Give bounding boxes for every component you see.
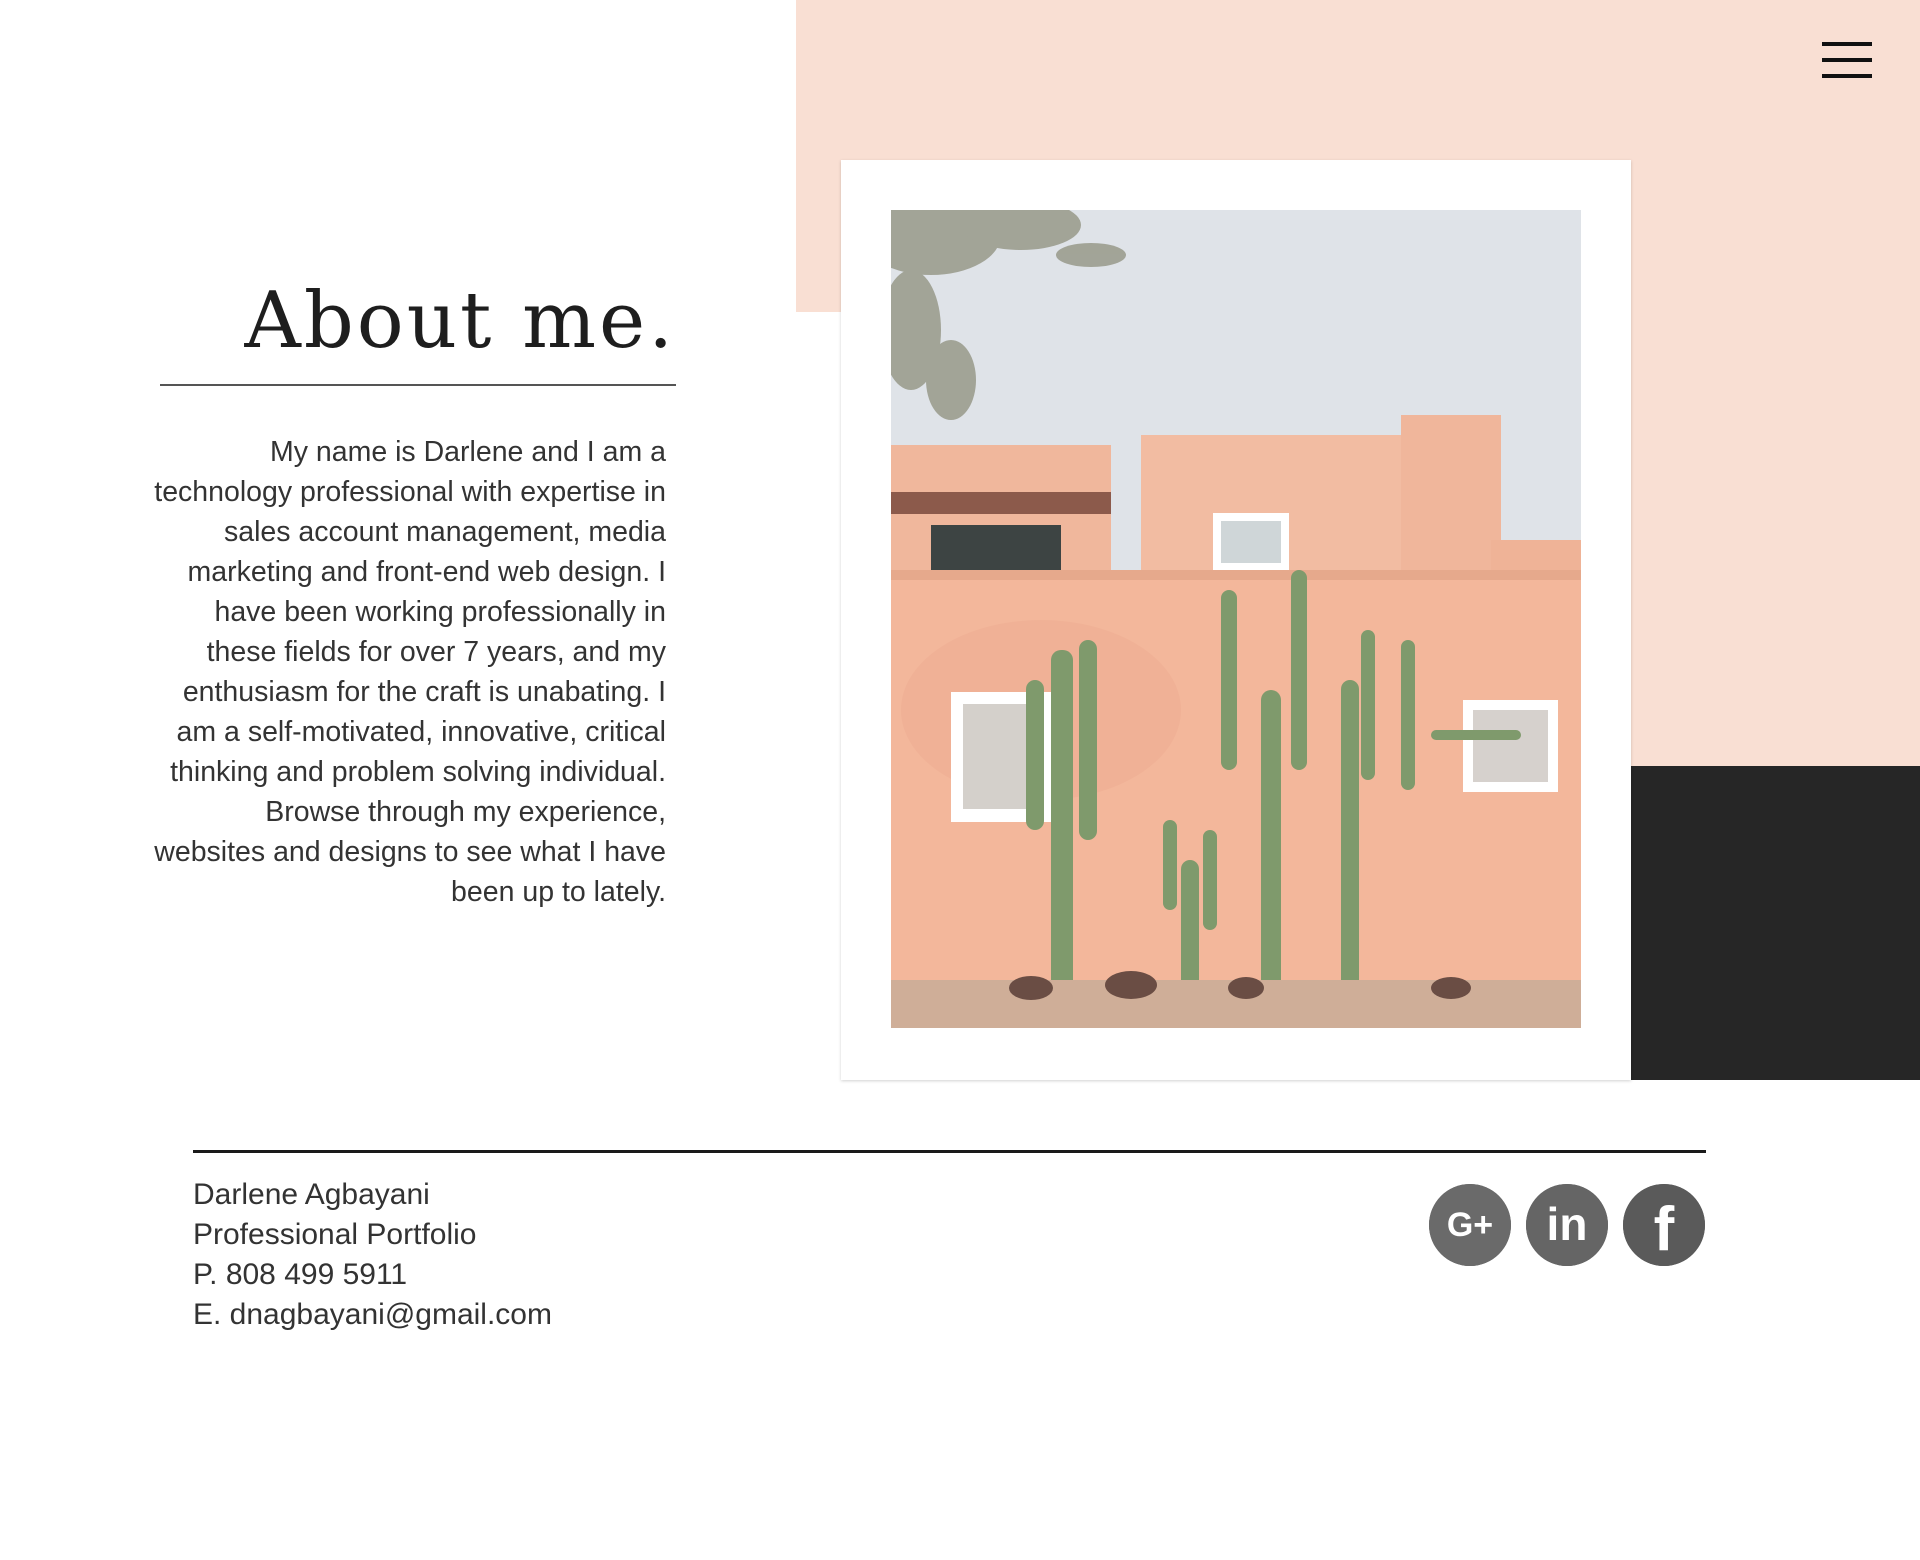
page-title: About me.	[244, 276, 676, 366]
google-plus-icon: G+	[1429, 1184, 1511, 1266]
contact-email[interactable]: E. dnagbayani@gmail.com	[193, 1295, 552, 1335]
contact-name: Darlene Agbayani	[193, 1178, 430, 1211]
house-cactus-photo	[891, 210, 1581, 1028]
linkedin-button[interactable]: in	[1526, 1184, 1608, 1266]
svg-text:in: in	[1547, 1198, 1588, 1250]
hamburger-icon[interactable]	[1820, 38, 1874, 84]
contact-phone: P. 808 499 5911	[193, 1258, 408, 1291]
about-bio: My name is Darlene and I am a technology…	[154, 436, 666, 908]
contact-subtitle: Professional Portfolio	[193, 1218, 477, 1251]
photo-frame	[841, 160, 1631, 1080]
pink-side-block	[1631, 0, 1920, 766]
title-divider	[160, 384, 676, 386]
svg-text:f: f	[1654, 1195, 1675, 1264]
facebook-icon: f	[1623, 1184, 1705, 1266]
dark-accent-block	[1631, 766, 1920, 1080]
svg-text:G+: G+	[1447, 1206, 1493, 1244]
facebook-button[interactable]: f	[1623, 1184, 1705, 1266]
contact-info: Darlene Agbayani Professional Portfolio …	[193, 1175, 552, 1335]
footer-divider	[193, 1150, 1706, 1153]
google-plus-button[interactable]: G+	[1429, 1184, 1511, 1266]
linkedin-icon: in	[1526, 1184, 1608, 1266]
